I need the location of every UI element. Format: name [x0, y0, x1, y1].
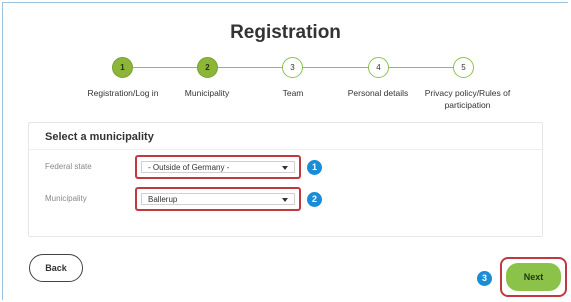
- callout-badge-3: 3: [477, 271, 492, 286]
- step-2-label: Municipality: [184, 88, 230, 98]
- municipality-panel: Select a municipality Federal state - Ou…: [28, 122, 543, 237]
- chevron-down-icon: [282, 198, 288, 202]
- callout-badge-1: 1: [307, 160, 322, 175]
- next-highlight: Next: [500, 257, 567, 297]
- federal-state-highlight: - Outside of Germany -: [135, 155, 301, 179]
- federal-state-label: Federal state: [45, 162, 92, 171]
- step-4-label: Personal details: [347, 88, 409, 98]
- step-1-label: Registration/Log in: [87, 88, 159, 98]
- municipality-select[interactable]: Ballerup: [141, 193, 295, 205]
- section-title: Select a municipality: [45, 131, 154, 143]
- next-button[interactable]: Next: [506, 263, 561, 291]
- municipality-highlight: Ballerup: [135, 187, 301, 211]
- step-3-circle: 3: [282, 57, 303, 78]
- federal-state-value: - Outside of Germany -: [148, 163, 230, 172]
- step-3-label: Team: [282, 88, 304, 98]
- section-divider: [29, 149, 542, 150]
- step-5-circle: 5: [453, 57, 474, 78]
- step-4-circle: 4: [368, 57, 389, 78]
- step-5-label: Privacy policy/Rules of participation: [424, 88, 511, 110]
- step-2-circle: 2: [197, 57, 218, 78]
- callout-badge-2: 2: [307, 192, 322, 207]
- federal-state-select[interactable]: - Outside of Germany -: [141, 161, 295, 173]
- chevron-down-icon: [282, 166, 288, 170]
- page-title: Registration: [230, 22, 341, 43]
- step-1-circle: 1: [112, 57, 133, 78]
- municipality-label: Municipality: [45, 194, 87, 203]
- municipality-value: Ballerup: [148, 195, 178, 204]
- back-button[interactable]: Back: [29, 254, 83, 282]
